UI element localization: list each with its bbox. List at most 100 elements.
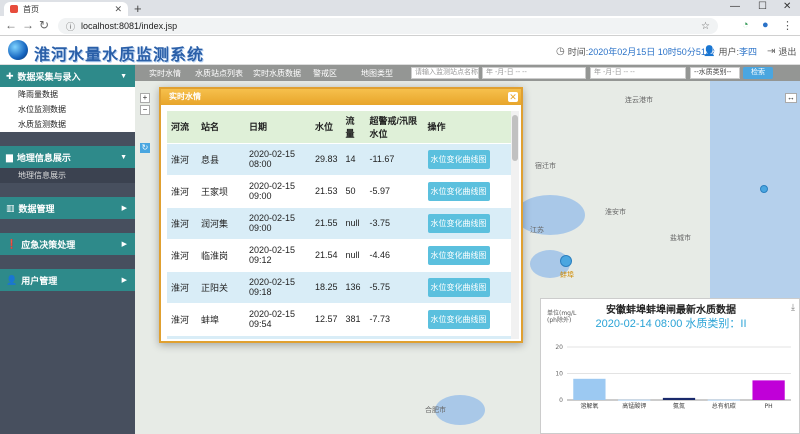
app-header: 淮河水量水质监测系统 ◷ 时间: 2020年02月15日 10时50分51秒 👤… xyxy=(0,36,800,65)
cell-river: 淮河 xyxy=(167,142,197,175)
menu-data-management[interactable]: ▥ 数据管理 ▶ xyxy=(0,197,135,219)
menu-geo-display[interactable]: ▆ 地理信息展示 ▼ xyxy=(0,146,135,168)
menu-label: 数据管理 xyxy=(18,203,55,214)
zoom-in-button[interactable]: + xyxy=(140,93,150,103)
user-icon: 👤 xyxy=(6,274,18,285)
col-over: 超警戒/汛限水位 xyxy=(365,111,424,143)
map-label: 连云港市 xyxy=(625,97,653,104)
caret-down-icon: ▼ xyxy=(120,153,127,161)
cell-flow: null xyxy=(341,206,366,239)
window-close-icon[interactable]: ✕ xyxy=(783,1,791,12)
user-icon: 👤 xyxy=(703,46,716,57)
end-date-input[interactable]: 年 -月-日 -- -- xyxy=(590,67,686,79)
water-level-curve-button[interactable]: 水位变化曲线图 xyxy=(427,277,490,297)
table-row: 淮河 临淮岗 2020-02-15 09:12 21.54 null -4.46 水位变化曲… xyxy=(167,238,511,271)
toolbar-realtime-water[interactable]: 实时水情 xyxy=(149,68,181,79)
y-axis-label: 单位(mg/L xyxy=(547,309,577,317)
map-label: 合肥市 xyxy=(425,407,446,414)
cell-level: 12.57 xyxy=(311,302,342,335)
extension-icon[interactable]: ◔ xyxy=(742,19,749,31)
url-input[interactable]: ⓘ localhost:8081/index.jsp ☆ xyxy=(58,18,718,34)
menu-dots-icon[interactable]: ⋮ xyxy=(782,19,793,32)
col-date: 日期 xyxy=(245,111,311,143)
submenu-item-rainfall[interactable]: 降雨量数据 xyxy=(0,87,135,102)
bar xyxy=(573,378,606,400)
map-label: 蚌埠 xyxy=(560,272,574,279)
browser-tab[interactable]: 首页 ✕ xyxy=(4,2,128,16)
caret-right-icon: ▶ xyxy=(121,241,127,248)
menu-emergency[interactable]: ❗ 应急决策处理 ▶ xyxy=(0,233,135,255)
toolbar-quality-data[interactable]: 实时水质数据 xyxy=(253,68,301,79)
table-row: 淮河 润河集 2020-02-15 09:00 21.55 null -3.75 水位变化曲… xyxy=(167,206,511,239)
water-level-curve-button[interactable]: 水位变化曲线图 xyxy=(427,213,490,233)
cell-action: 水位变化曲线图 xyxy=(423,302,511,335)
new-tab-icon[interactable]: + xyxy=(134,1,142,16)
water-level-curve-button[interactable]: 水位变化曲线图 xyxy=(427,149,490,169)
url-text: localhost:8081/index.jsp xyxy=(81,21,178,31)
station-marker[interactable] xyxy=(560,255,572,267)
logout-label: 退出 xyxy=(778,47,797,57)
minimize-icon[interactable]: — xyxy=(730,1,740,12)
cell-flow: 50 xyxy=(341,174,366,207)
map-label: 宿迁市 xyxy=(535,163,556,170)
quality-select[interactable]: --水质类别-- xyxy=(690,67,740,79)
bar xyxy=(707,399,740,401)
station-marker[interactable] xyxy=(760,185,768,193)
cell-level: 29.83 xyxy=(311,142,342,175)
submenu-item-water-quality[interactable]: 水质监测数据 xyxy=(0,117,135,132)
start-date-input[interactable]: 年 -月-日 -- -- xyxy=(482,67,586,79)
close-icon[interactable]: ✕ xyxy=(114,4,122,15)
cell-over xyxy=(365,334,424,339)
station-search-input[interactable]: 请输入监测站点名称 xyxy=(411,67,479,79)
cell-station xyxy=(197,334,245,339)
toolbar-warning-zone[interactable]: 警戒区 xyxy=(313,68,337,79)
cell-river: 淮河 xyxy=(167,270,197,303)
star-icon[interactable]: ☆ xyxy=(701,21,710,32)
menu-label: 应急决策处理 xyxy=(21,239,76,250)
profile-icon[interactable]: ● xyxy=(762,19,769,31)
forward-icon[interactable]: → xyxy=(22,18,34,32)
reload-icon[interactable]: ↻ xyxy=(39,18,49,32)
water-level-curve-button[interactable]: 水位变化曲线图 xyxy=(427,309,490,329)
expand-icon[interactable]: ↔ xyxy=(785,93,797,103)
cell-station: 蚌埠 xyxy=(197,302,245,335)
logout-button[interactable]: ⇥ 退出 xyxy=(767,45,796,58)
scrollbar-thumb[interactable] xyxy=(512,115,518,161)
col-flow: 流量 xyxy=(341,111,366,143)
submenu-item-geo[interactable]: 地理信息展示 xyxy=(0,168,135,183)
water-level-curve-button[interactable]: 水位变化曲线图 xyxy=(427,245,490,265)
y-tick-label: 0 xyxy=(559,397,563,404)
quality-bar-chart: 单位(mg/L(ph除外) 0 10 20 溶解氧 高锰酸钾 氨氮 总有机碳 PH xyxy=(547,309,791,410)
back-icon[interactable]: ← xyxy=(5,18,17,32)
y-tick-label: 10 xyxy=(555,371,563,378)
cell-river: 淮河 xyxy=(167,302,197,335)
menu-data-collection[interactable]: ✚ 数据采集与录入 ▼ xyxy=(0,65,135,87)
realtime-water-dialog: 实时水情 ✕ 河流 站名 日期 水位 流量 超警戒/汛限水位 操作 淮河 息县 20… xyxy=(159,87,523,343)
cell-date: 2020-02-15 09:00 xyxy=(245,174,311,207)
dialog-scrollbar[interactable] xyxy=(511,111,519,339)
cell-over: -11.67 xyxy=(365,142,424,175)
zoom-out-button[interactable]: − xyxy=(140,105,150,115)
search-button[interactable]: 检索 xyxy=(743,67,773,79)
submenu-item-water-level[interactable]: 水位监测数据 xyxy=(0,102,135,117)
water-table-container[interactable]: 河流 站名 日期 水位 流量 超警戒/汛限水位 操作 淮河 息县 2020-02-1… xyxy=(167,111,511,339)
refresh-icon[interactable]: ↻ xyxy=(140,143,150,153)
menu-user-management[interactable]: 👤 用户管理 ▶ xyxy=(0,269,135,291)
logout-icon: ⇥ xyxy=(767,46,776,57)
cell-action: 水位变化曲线图 xyxy=(423,142,511,175)
cell-date: 2020-02-15 09:54 xyxy=(245,302,311,335)
toolbar-map-type[interactable]: 地图类型 xyxy=(361,68,393,79)
clock-icon: ◷ xyxy=(556,46,565,57)
toolbar-station-list[interactable]: 水质站点列表 xyxy=(195,68,243,79)
maximize-icon[interactable]: ☐ xyxy=(758,1,767,12)
bar xyxy=(618,399,651,401)
sidebar: ✚ 数据采集与录入 ▼ 降雨量数据 水位监测数据 水质监测数据 ▆ 地理信息展示… xyxy=(0,65,135,434)
bar xyxy=(662,397,696,400)
dialog-close-button[interactable]: ✕ xyxy=(508,92,518,102)
bar xyxy=(752,380,785,400)
cell-river: 淮河 xyxy=(167,238,197,271)
cell-level: 21.53 xyxy=(311,174,342,207)
water-table: 河流 站名 日期 水位 流量 超警戒/汛限水位 操作 淮河 息县 2020-02-1… xyxy=(167,111,511,339)
cell-level: 18.25 xyxy=(311,270,342,303)
water-level-curve-button[interactable]: 水位变化曲线图 xyxy=(427,181,490,201)
